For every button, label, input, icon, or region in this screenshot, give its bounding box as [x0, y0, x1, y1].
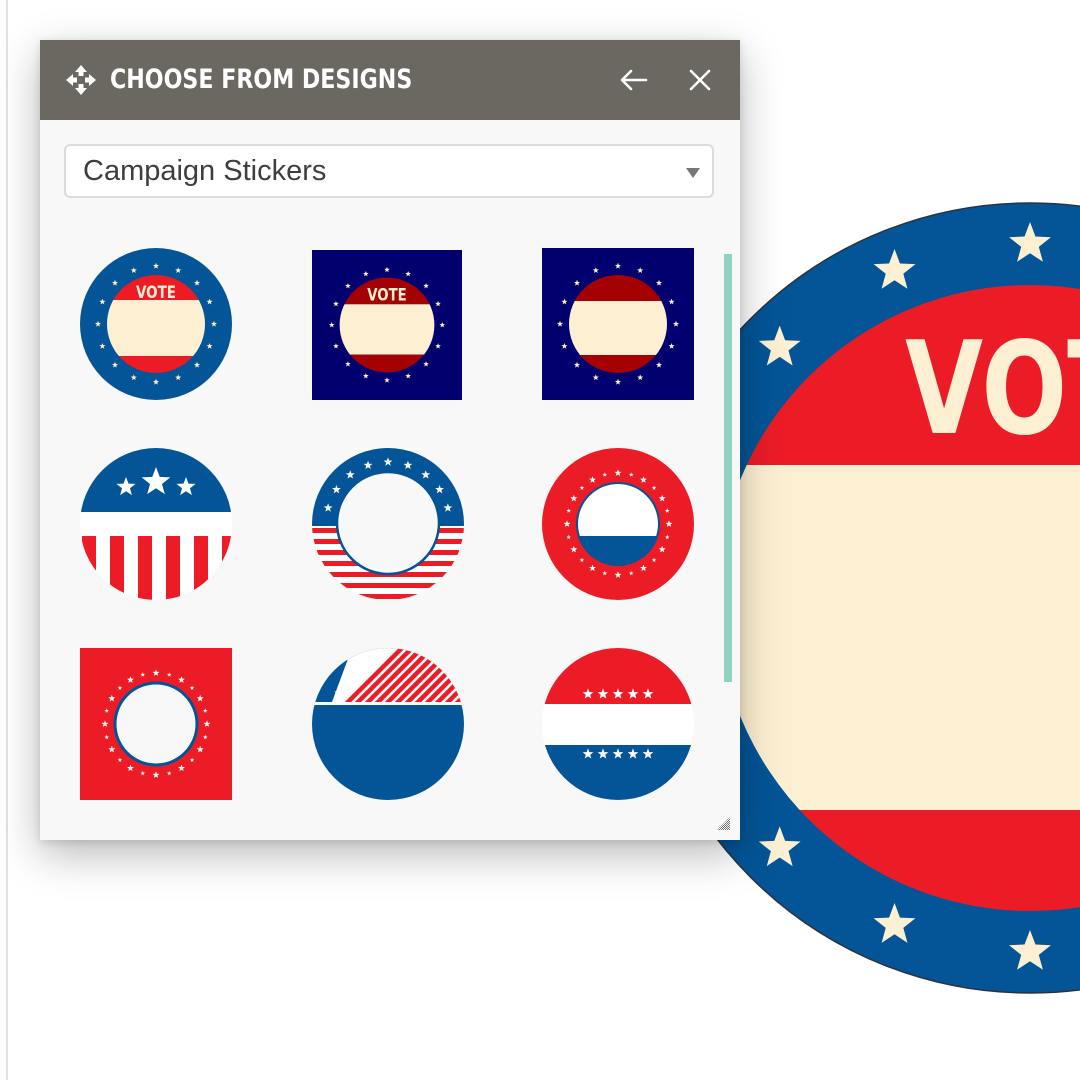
design-tile-vote-square-navy[interactable]: VOTE	[312, 250, 462, 400]
chevron-down-icon	[686, 168, 700, 178]
close-x-icon	[689, 69, 711, 91]
panel-title: CHOOSE FROM DESIGNS	[110, 64, 413, 95]
design-tile-red-square-star-ring[interactable]	[80, 648, 232, 800]
close-button[interactable]	[682, 62, 718, 98]
back-button[interactable]	[616, 62, 652, 98]
designs-scrollbar[interactable]	[724, 254, 732, 682]
move-arrows-icon[interactable]	[65, 64, 97, 96]
design-tile-diagonal-stripes[interactable]	[312, 648, 464, 800]
choose-designs-panel: CHOOSE FROM DESIGNS Campaign Stickers VO…	[40, 40, 740, 840]
svg-text:VOTE: VOTE	[136, 283, 176, 303]
design-tile-vote-round-blue[interactable]: VOTE	[80, 248, 232, 400]
design-tile-red-white-blue[interactable]	[542, 648, 694, 800]
design-tile-red-star-ring[interactable]	[542, 448, 694, 600]
category-dropdown[interactable]: Campaign Stickers	[64, 144, 714, 198]
panel-header[interactable]: CHOOSE FROM DESIGNS	[40, 40, 740, 120]
arrow-left-icon	[620, 69, 648, 91]
sticker-vote-text: VOTE	[905, 315, 1080, 464]
svg-text:VOTE: VOTE	[367, 284, 406, 304]
design-tile-three-stars-stripes[interactable]	[80, 448, 232, 600]
design-tile-star-ring-stripes[interactable]	[312, 448, 464, 600]
category-selected-value: Campaign Stickers	[83, 155, 327, 187]
resize-grip-icon[interactable]	[714, 814, 732, 832]
design-tile-blank-square-navy[interactable]	[542, 248, 694, 400]
